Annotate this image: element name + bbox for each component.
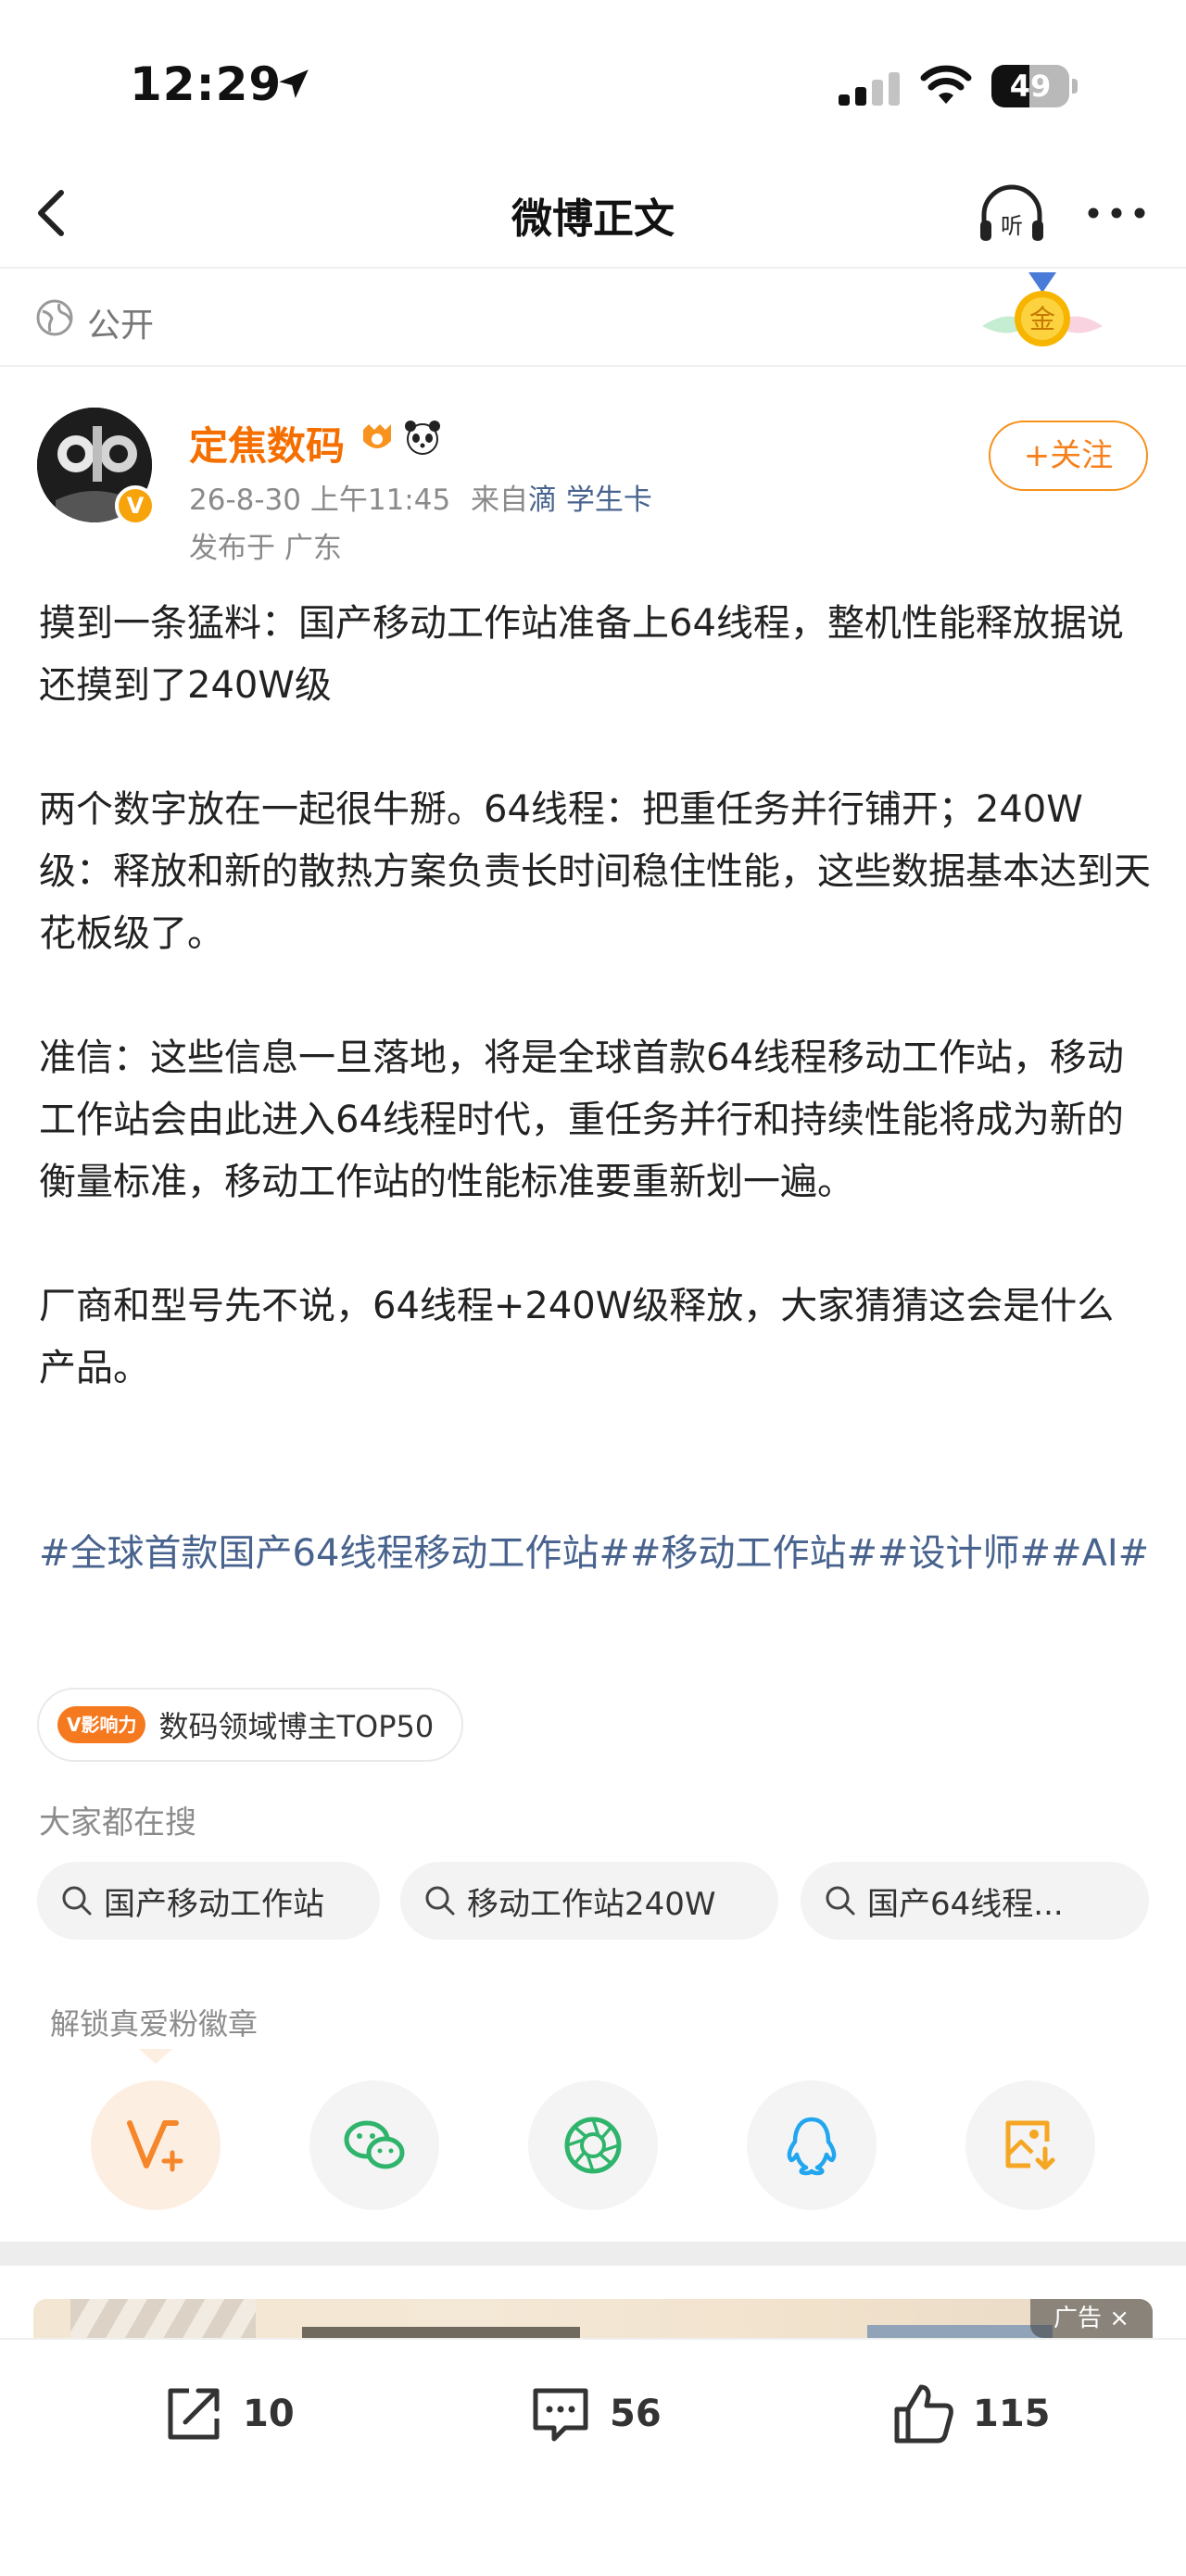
globe-icon [36, 299, 73, 336]
search-icon [826, 1886, 855, 1916]
post-paragraph-1: 摸到一条猛料：国产移动工作站准备上64线程，整机性能释放据说还摸到了240W级 [39, 602, 1124, 707]
moments-icon [564, 2117, 622, 2174]
bottom-action-bar: 10 56 115 [0, 2338, 1186, 2576]
battery-indicator: 49 [991, 65, 1079, 107]
save-image-icon [1005, 2120, 1055, 2170]
v-plus-icon [127, 2120, 183, 2172]
post-from-prefix: 来自 [471, 484, 529, 517]
more-options-icon[interactable] [1084, 195, 1149, 232]
influence-chip[interactable]: V影响力 数码领域博主TOP50 [37, 1688, 464, 1762]
unlock-badge-label: 解锁真爱粉徽章 [50, 2006, 259, 2042]
visibility-label: 公开 [87, 307, 155, 345]
post-paragraph-3: 准信：这些信息一旦落地，将是全球首款64线程移动工作站，移动工作站会由此进入64… [39, 1037, 1124, 1203]
share-wechat-button[interactable] [309, 2080, 439, 2210]
search-icon [425, 1886, 455, 1916]
search-chip-label: 国产移动工作站 [104, 1885, 324, 1923]
verified-badge: V [115, 485, 156, 526]
trending-search-title: 大家都在搜 [39, 1804, 196, 1841]
post-paragraph-4: 厂商和型号先不说，64线程+240W级释放，大家猜猜这会是什么产品。 [39, 1285, 1115, 1389]
follow-button[interactable]: +关注 [989, 421, 1148, 491]
listen-headphones-icon[interactable]: 听 [975, 180, 1049, 250]
repost-button[interactable]: 10 [158, 2377, 295, 2451]
repost-icon [168, 2388, 220, 2440]
post-paragraph-2: 两个数字放在一起很牛掰。64线程：把重任务并行铺开；240W级：释放和新的散热方… [39, 788, 1151, 955]
qq-icon [787, 2117, 837, 2176]
tooltip-pointer-icon [139, 2049, 172, 2064]
cellular-signal-icon [839, 72, 900, 106]
nav-bar: 微博正文 听 [0, 157, 1186, 269]
post-timestamp: 26-8-30 上午11:45 [189, 484, 451, 517]
status-time: 12:29 [130, 57, 283, 111]
fan-badge-icon [363, 424, 391, 448]
medal-char: 金 [1029, 304, 1055, 334]
like-count: 115 [973, 2393, 1051, 2435]
battery-nub [1072, 79, 1078, 94]
share-save-image-button[interactable] [965, 2080, 1095, 2210]
status-bar: 12:29 49 [0, 0, 1186, 157]
post-body: 摸到一条猛料：国产移动工作站准备上64线程，整机性能释放据说还摸到了240W级 … [39, 593, 1151, 1400]
gold-medal-icon[interactable]: 金 [973, 270, 1112, 363]
search-chip[interactable]: 国产64线程... [801, 1862, 1149, 1940]
post-location: 发布于 广东 [189, 532, 342, 565]
search-chip[interactable]: 国产移动工作站 [37, 1862, 380, 1940]
search-chip-label: 国产64线程... [867, 1885, 1064, 1923]
location-arrow-icon [279, 69, 309, 98]
post-meta: 26-8-30 上午11:45 来自滴 学生卡 [189, 476, 652, 518]
search-icon [62, 1886, 92, 1916]
search-chip-label: 移动工作站240W [467, 1885, 716, 1923]
search-chip[interactable]: 移动工作站240W [400, 1862, 778, 1940]
wifi-icon [920, 65, 972, 104]
share-moments-button[interactable] [528, 2080, 658, 2210]
influence-text: 数码领域博主TOP50 [158, 1709, 435, 1744]
panda-icon [405, 421, 440, 455]
battery-percent: 49 [1009, 69, 1052, 104]
post-source-link[interactable]: 滴 学生卡 [528, 484, 652, 517]
post-hashtags[interactable]: #全球首款国产64线程移动工作站##移动工作站##设计师##AI# [39, 1523, 1160, 1585]
influence-tag: V影响力 [57, 1706, 146, 1743]
battery-shell: 49 [991, 65, 1069, 107]
author-badge-icons[interactable] [358, 417, 447, 459]
share-vplus-button[interactable] [91, 2080, 221, 2210]
repost-count: 10 [243, 2393, 295, 2435]
comment-count: 56 [610, 2393, 662, 2435]
thumbs-up-icon [894, 2384, 953, 2444]
visibility-row: 公开 金 [0, 270, 1186, 367]
share-qq-button[interactable] [747, 2080, 877, 2210]
author-name[interactable]: 定焦数码 [189, 415, 345, 471]
comment-icon [533, 2388, 588, 2442]
section-divider [0, 2242, 1186, 2266]
ad-close-label[interactable]: 广告 × [1030, 2299, 1153, 2338]
svg-text:听: 听 [1001, 213, 1023, 239]
comment-button[interactable]: 56 [524, 2377, 662, 2451]
like-button[interactable]: 115 [888, 2377, 1051, 2451]
wechat-icon [344, 2120, 405, 2169]
